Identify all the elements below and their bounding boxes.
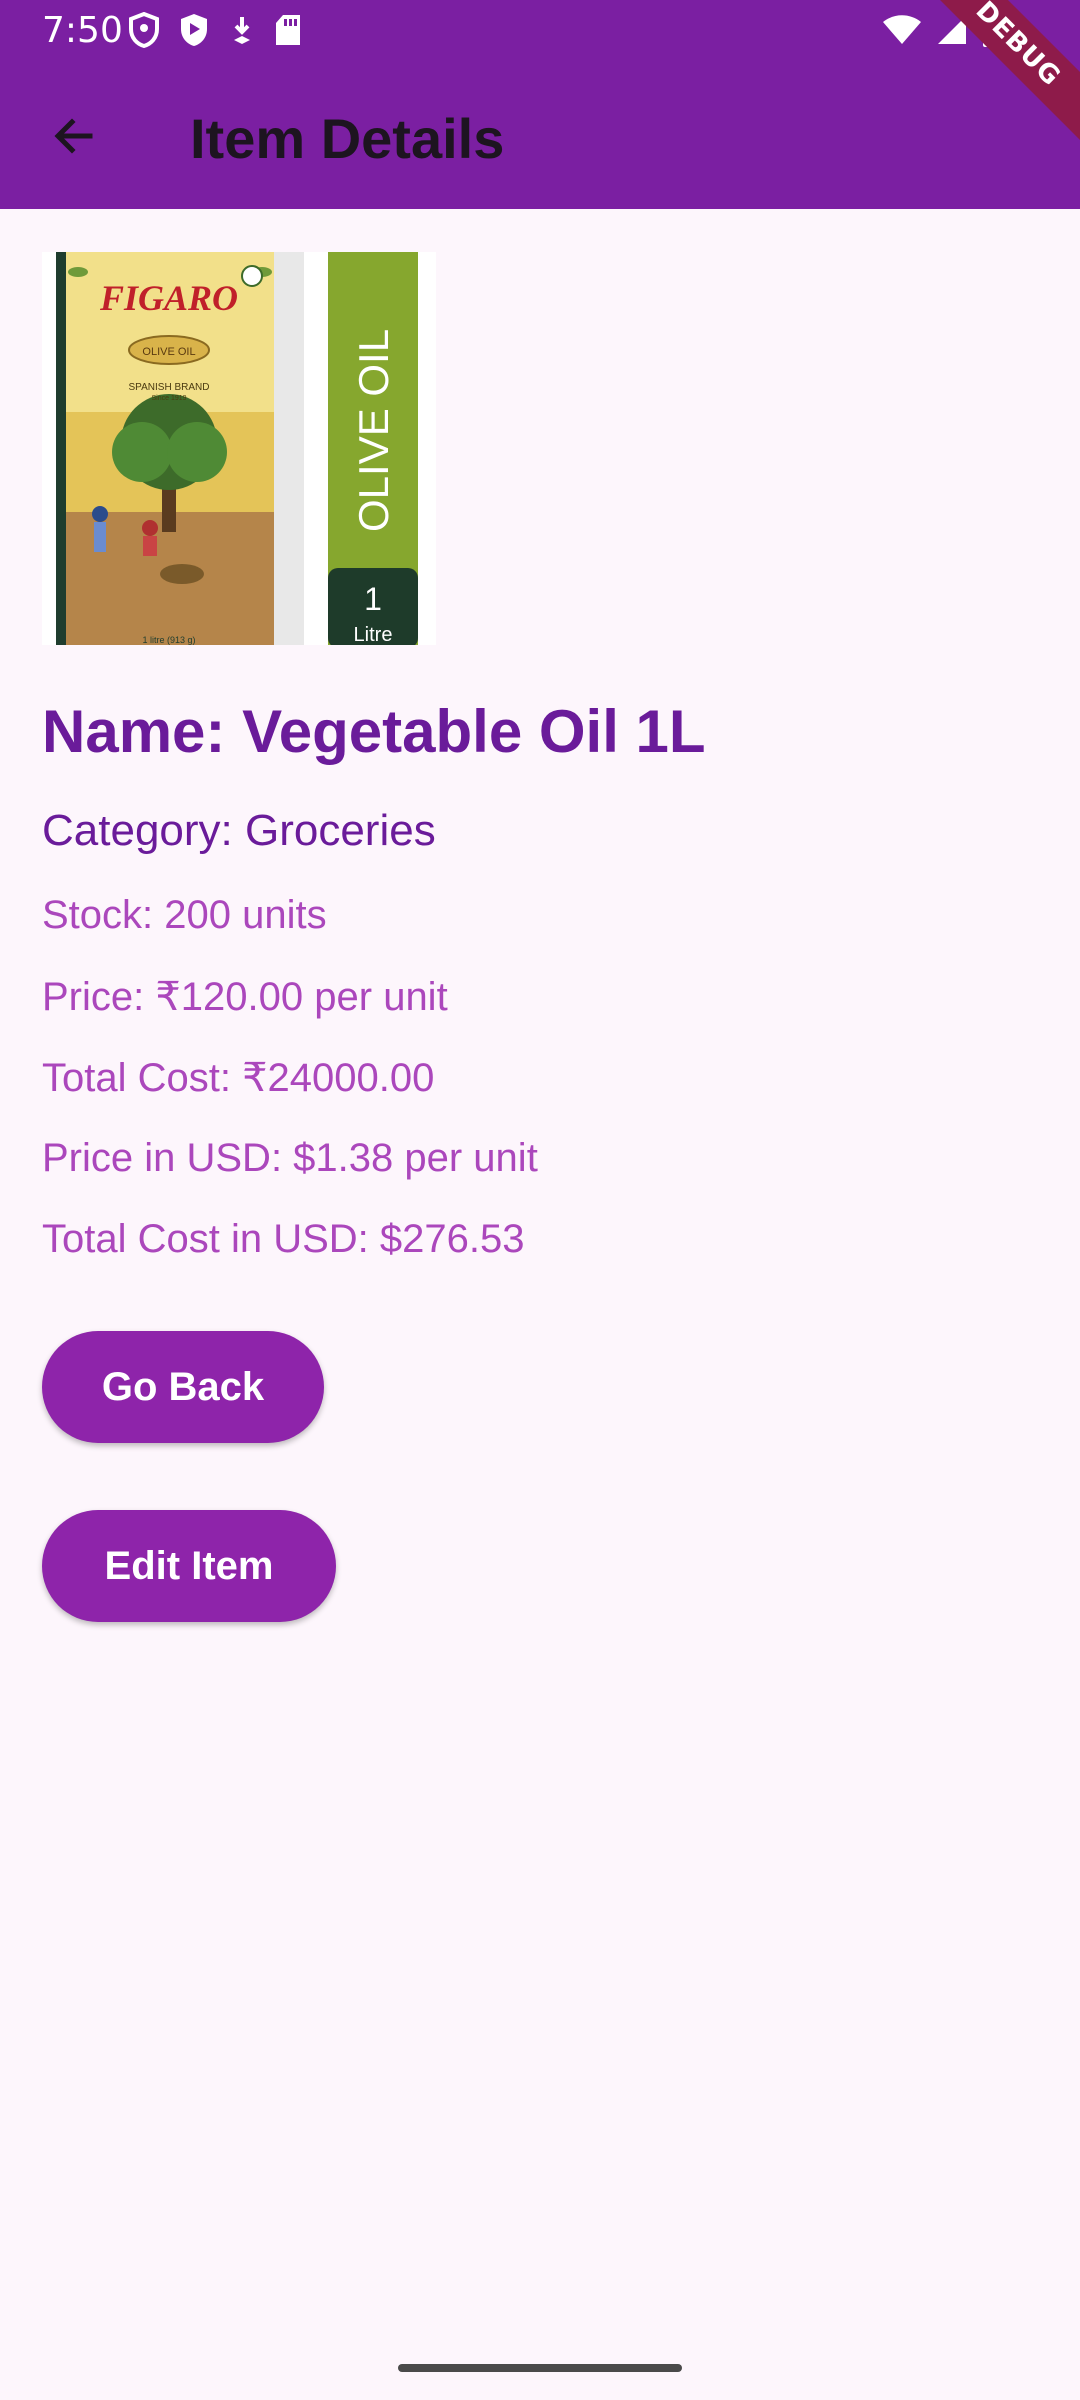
item-name: Name: Vegetable Oil 1L: [42, 698, 706, 765]
item-price-usd: Price in USD: $1.38 per unit: [42, 1136, 538, 1180]
wifi-icon: [883, 15, 921, 44]
product-image: FIGARO OLIVE OIL SPANISH BRAND Since 191…: [42, 252, 436, 645]
item-category: Category: Groceries: [42, 806, 436, 855]
status-icons-left: [128, 12, 302, 48]
since-text: Since 1919: [151, 395, 186, 402]
download-icon: [234, 17, 250, 44]
home-indicator[interactable]: [398, 2364, 682, 2372]
play-shield-icon: [181, 14, 207, 46]
arrow-back-icon: [54, 118, 93, 154]
go-back-button[interactable]: Go Back: [42, 1331, 324, 1443]
volume-number: 1: [364, 581, 382, 617]
status-bar: 7:50: [0, 0, 1080, 62]
back-button[interactable]: [38, 100, 110, 172]
sd-card-icon: [276, 15, 300, 45]
status-time: 7:50: [42, 10, 123, 51]
olive-oil-tin-illustration: FIGARO OLIVE OIL SPANISH BRAND Since 191…: [42, 252, 436, 645]
item-stock: Stock: 200 units: [42, 893, 327, 937]
app-bar: 7:50 DEBUG Item Details: [0, 0, 1080, 209]
brand-text: FIGARO: [99, 278, 238, 318]
edit-item-button[interactable]: Edit Item: [42, 1510, 336, 1622]
item-price: Price: ₹120.00 per unit: [42, 975, 448, 1019]
sub-brand-text: OLIVE OIL: [142, 346, 195, 358]
item-total-cost-usd: Total Cost in USD: $276.53: [42, 1217, 525, 1261]
tagline-text: SPANISH BRAND: [129, 382, 210, 393]
volume-unit: Litre: [354, 624, 393, 645]
page-title: Item Details: [190, 107, 505, 170]
bottom-text: 1 litre (913 g): [142, 635, 195, 645]
item-total-cost: Total Cost: ₹24000.00: [42, 1056, 435, 1100]
side-olive-oil-text: OLIVE OIL: [350, 329, 397, 532]
shield-icon: [129, 12, 159, 48]
